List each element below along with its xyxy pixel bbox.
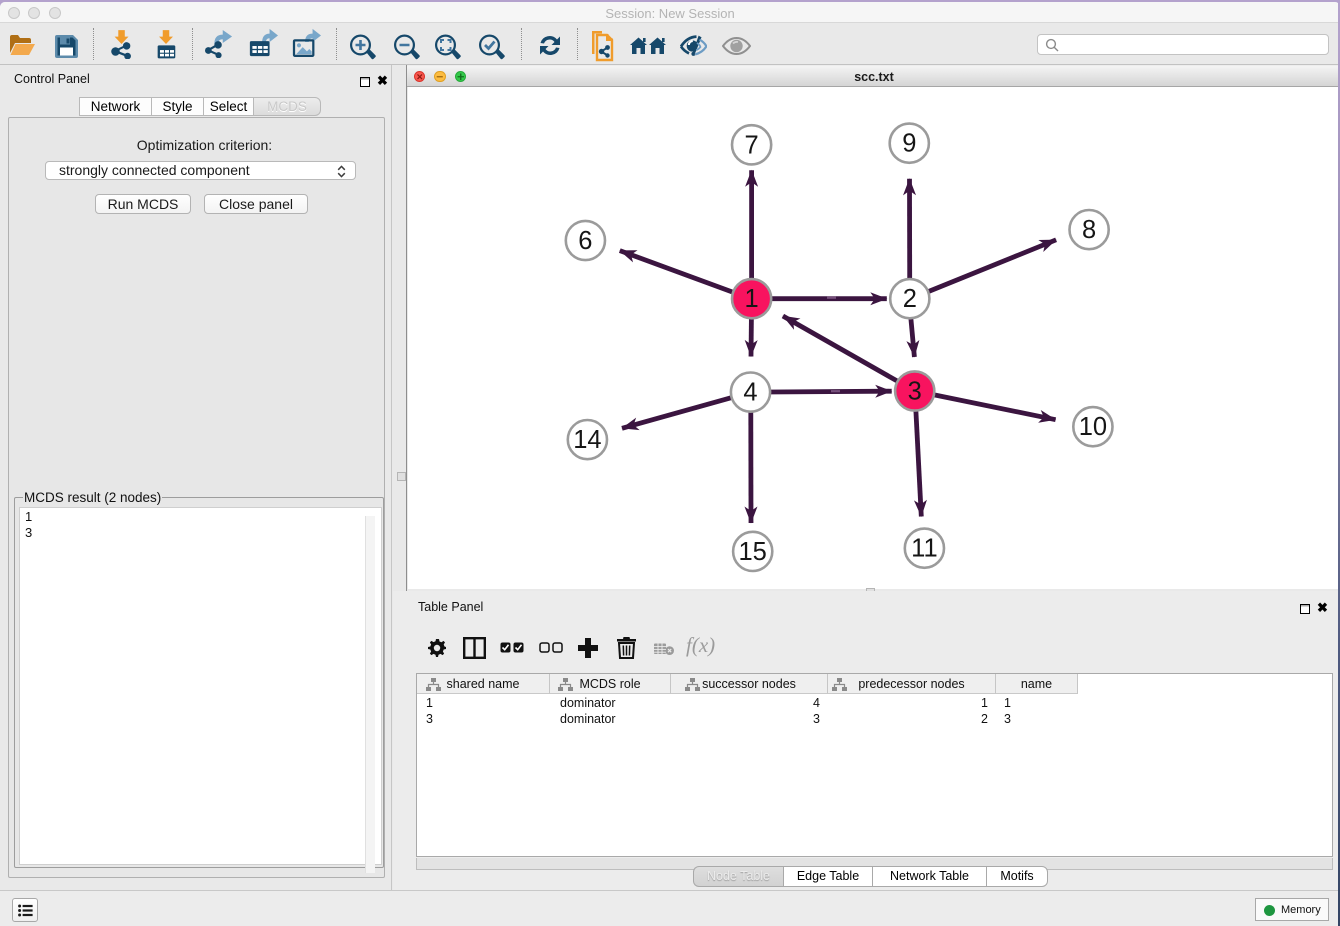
svg-text:3: 3 <box>908 378 922 406</box>
svg-text:8: 8 <box>1082 216 1096 244</box>
svg-text:2: 2 <box>903 285 917 313</box>
svg-text:9: 9 <box>902 130 916 158</box>
svg-text:14: 14 <box>573 426 601 454</box>
svg-text:7: 7 <box>745 131 759 159</box>
svg-text:4: 4 <box>743 379 757 407</box>
svg-text:11: 11 <box>911 535 937 563</box>
svg-text:1: 1 <box>745 285 759 313</box>
svg-text:6: 6 <box>578 227 592 255</box>
svg-text:15: 15 <box>739 538 767 566</box>
svg-text:10: 10 <box>1079 413 1107 441</box>
